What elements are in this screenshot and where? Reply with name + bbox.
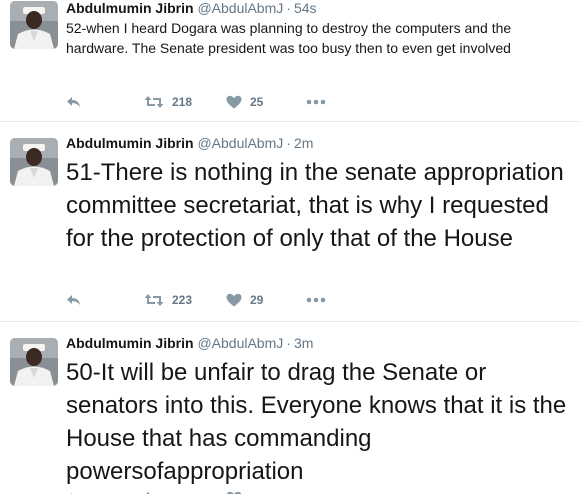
reply-button[interactable]: [66, 488, 82, 494]
like-button[interactable]: [226, 488, 242, 494]
separator: ·: [286, 135, 291, 151]
author-handle[interactable]: @AbdulAbmJ: [197, 0, 283, 16]
tweet-text: 52-when I heard Dogara was planning to d…: [66, 20, 512, 56]
tweet-actions: 218 25: [66, 92, 366, 112]
timestamp[interactable]: 54s: [294, 0, 317, 16]
separator: ·: [286, 0, 291, 16]
like-button[interactable]: 25: [226, 92, 263, 112]
retweet-count: 223: [172, 293, 193, 307]
separator: ·: [286, 335, 291, 351]
more-icon: [306, 99, 326, 105]
author-name[interactable]: Abdulmumin Jibrin: [66, 0, 194, 16]
author-name[interactable]: Abdulmumin Jibrin: [66, 135, 194, 151]
avatar[interactable]: [10, 338, 58, 386]
retweet-count: 218: [172, 95, 193, 109]
more-button[interactable]: [306, 92, 326, 112]
retweet-icon: [144, 95, 164, 109]
avatar[interactable]: [10, 1, 58, 49]
tweet-actions: 223 29: [66, 290, 366, 310]
tweet-text: 50-It will be unfair to drag the Senate …: [66, 359, 567, 485]
avatar[interactable]: [10, 138, 58, 186]
reply-button[interactable]: [66, 290, 82, 310]
retweet-button[interactable]: 223: [144, 290, 192, 310]
more-icon: [306, 297, 326, 303]
author-handle[interactable]: @AbdulAbmJ: [197, 135, 283, 151]
tweet-header: Abdulmumin Jibrin @AbdulAbmJ · 54s: [66, 0, 571, 18]
timestamp[interactable]: 3m: [294, 335, 313, 351]
like-button[interactable]: 29: [226, 290, 263, 310]
tweet[interactable]: Abdulmumin Jibrin @AbdulAbmJ · 3m 50-It wi…: [0, 322, 579, 494]
reply-icon: [66, 293, 82, 307]
retweet-button[interactable]: 218: [144, 92, 192, 112]
tweet-header: Abdulmumin Jibrin @AbdulAbmJ · 2m: [66, 133, 571, 153]
retweet-icon: [144, 293, 164, 307]
tweet-text: 51-There is nothing in the senate approp…: [66, 159, 564, 252]
tweet[interactable]: Abdulmumin Jibrin @AbdulAbmJ · 2m 51-There…: [0, 122, 579, 322]
reply-icon: [66, 95, 82, 109]
author-handle[interactable]: @AbdulAbmJ: [197, 335, 283, 351]
retweet-button[interactable]: [144, 488, 164, 494]
like-count: 29: [250, 293, 264, 307]
author-name[interactable]: Abdulmumin Jibrin: [66, 335, 194, 351]
more-button[interactable]: [306, 290, 326, 310]
reply-button[interactable]: [66, 92, 82, 112]
heart-icon: [226, 293, 242, 307]
tweet-header: Abdulmumin Jibrin @AbdulAbmJ · 3m: [66, 333, 571, 353]
heart-icon: [226, 95, 242, 109]
timestamp[interactable]: 2m: [294, 135, 313, 151]
like-count: 25: [250, 95, 264, 109]
tweet[interactable]: Abdulmumin Jibrin @AbdulAbmJ · 54s 52-when…: [0, 0, 579, 122]
tweet-actions: [66, 488, 366, 494]
